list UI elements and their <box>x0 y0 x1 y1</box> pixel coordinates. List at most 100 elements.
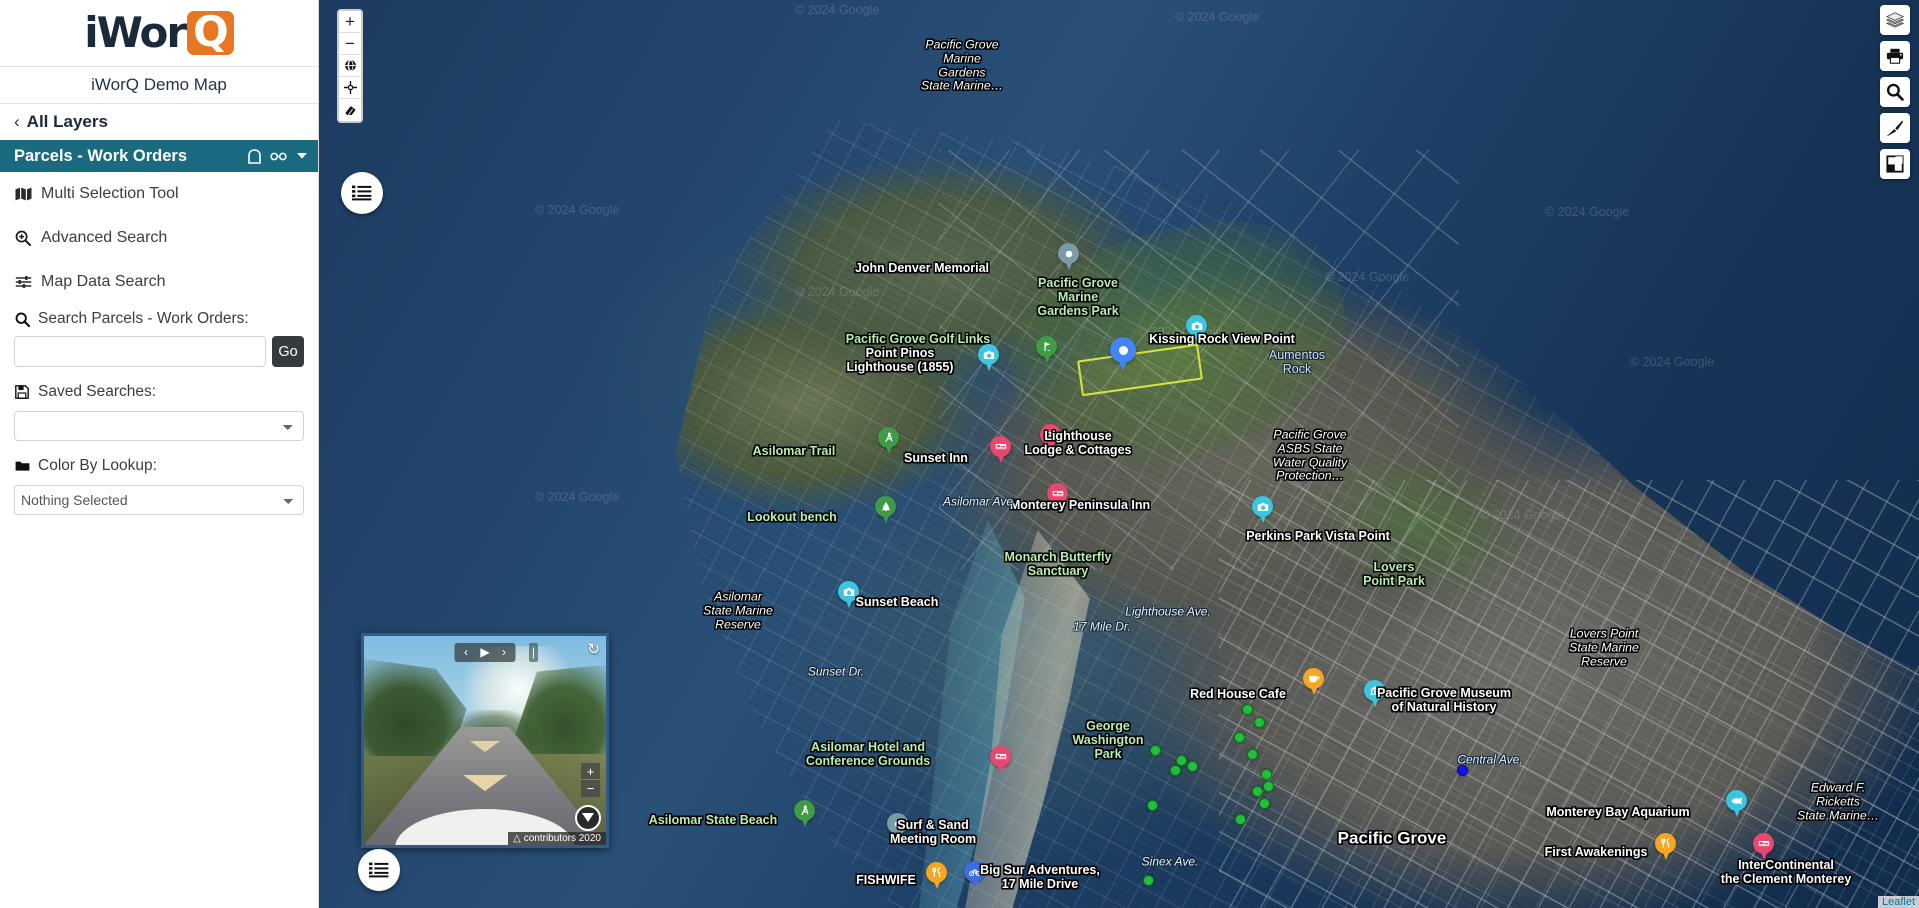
map-marker-asilomar-state-beach[interactable] <box>794 800 815 828</box>
saved-searches-select[interactable] <box>14 411 304 441</box>
street-view-end-button[interactable]: ❘ <box>529 643 538 662</box>
map-label-monarch-butterfly-sanctuary: Monarch Butterfly Sanctuary <box>1005 550 1112 578</box>
map-bottom-list-button[interactable] <box>358 849 400 891</box>
go-button[interactable]: Go <box>272 336 304 367</box>
work-order-point[interactable] <box>1259 798 1270 809</box>
map-label-asilomar-state-beach: Asilomar State Beach <box>649 813 778 827</box>
crosshair-icon[interactable] <box>339 77 361 99</box>
work-order-point[interactable] <box>1247 749 1258 760</box>
logo-q-badge: Q <box>187 11 234 55</box>
work-order-point[interactable] <box>1242 704 1253 715</box>
work-order-point[interactable] <box>1187 761 1198 772</box>
work-order-point[interactable] <box>1170 765 1181 776</box>
camera-icon <box>1252 496 1273 524</box>
work-order-point[interactable] <box>1147 800 1158 811</box>
work-order-point[interactable] <box>1150 745 1161 756</box>
map-label-text: Surf & Sand Meeting Room <box>889 818 977 846</box>
all-layers-label: All Layers <box>26 112 108 131</box>
sidebar-item-map-data-search[interactable]: Map Data Search <box>0 260 318 304</box>
sidebar-item-advanced-search[interactable]: Advanced Search <box>0 216 318 260</box>
work-order-point[interactable] <box>1235 814 1246 825</box>
cup-icon <box>1303 668 1324 696</box>
iworq-logo: iWor Q <box>0 0 318 66</box>
bed-icon <box>990 436 1011 464</box>
map-label-text: Sinex Ave. <box>1141 854 1199 869</box>
map-label-text: George Washington Park <box>1072 719 1144 761</box>
map-canvas[interactable]: © 2024 Google© 2024 Google© 2024 Google©… <box>319 0 1919 908</box>
map-label-john-denver-memorial: John Denver Memorial <box>855 261 989 275</box>
map-marker-john-denver-memorial[interactable] <box>1058 243 1079 271</box>
map-marker-first-awakenings[interactable] <box>1655 833 1676 861</box>
selected-parcel-pin[interactable] <box>1110 337 1136 372</box>
work-order-point[interactable] <box>1252 786 1263 797</box>
color-by-lookup-select[interactable]: Nothing Selected <box>14 485 304 515</box>
map-search-button[interactable] <box>1880 77 1910 107</box>
leaflet-attribution[interactable]: Leaflet <box>1877 896 1919 908</box>
zoom-in-button[interactable]: + <box>339 11 361 33</box>
layers-button[interactable] <box>1880 5 1910 35</box>
search-input[interactable] <box>14 336 266 367</box>
map-marker-red-house-cafe[interactable] <box>1303 668 1324 696</box>
map-marker-golf-marker[interactable] <box>1036 336 1057 364</box>
work-order-point[interactable] <box>1261 769 1272 780</box>
street-view-play-button[interactable]: ▶ <box>476 643 495 662</box>
street-view-playback-controls: ‹ ▶ › <box>454 643 516 662</box>
map-marker-monterey-bay-aquarium[interactable] <box>1726 790 1747 818</box>
measure-icon <box>1886 155 1904 173</box>
map-label-pacific-grove-marine-gardens-park: Pacific Grove Marine Gardens Park <box>1037 276 1118 318</box>
all-layers-back-button[interactable]: ‹ All Layers <box>0 104 318 140</box>
work-order-point[interactable] <box>1457 765 1468 776</box>
map-legend-list-button[interactable] <box>341 172 383 214</box>
map-marker-lookout-bench[interactable] <box>875 496 896 524</box>
search-icon <box>1886 83 1904 101</box>
work-order-point[interactable] <box>1176 755 1187 766</box>
map-label-kissing-rock-view-point: Kissing Rock View Point <box>1149 332 1295 346</box>
map-label-text: Pacific Grove Marine Gardens State Marine… <box>920 37 1004 93</box>
map-label-text: Lighthouse Ave. <box>1125 604 1211 619</box>
chevron-down-icon[interactable] <box>296 152 308 160</box>
print-button[interactable] <box>1880 41 1910 71</box>
layers-icon <box>1886 12 1904 28</box>
globe-icon[interactable] <box>339 55 361 77</box>
map-label-pacific-grove-golf-links: Pacific Grove Golf Links <box>846 332 991 346</box>
street-view-panel[interactable]: ‹ ▶ › ❘ ↻ + − △ contributors 2020 <box>361 633 609 848</box>
map-label-fishwife: FISHWIFE <box>856 873 916 887</box>
map-label-text: FISHWIFE <box>856 873 916 887</box>
street-view-far-chevron[interactable] <box>470 741 500 752</box>
street-view-attribution[interactable]: △ contributors 2020 <box>508 832 606 845</box>
street-view-rotate-icon[interactable]: ↻ <box>587 640 600 658</box>
link-icon[interactable] <box>270 150 287 163</box>
map-label-red-house-cafe: Red House Cafe <box>1190 687 1286 701</box>
map-label-text: Pacific Grove Museum of Natural History <box>1376 686 1512 714</box>
map-marker-asilomar-trail[interactable] <box>878 427 899 455</box>
map-label-point-pinos-lighthouse: Point Pinos Lighthouse (1855) <box>847 346 954 374</box>
zoom-out-button[interactable]: − <box>339 33 361 55</box>
sidebar-item-multi-selection-tool[interactable]: Multi Selection Tool <box>0 172 318 216</box>
map-marker-asilomar-hotel[interactable] <box>990 746 1011 774</box>
map-marker-fishwife[interactable] <box>926 862 947 890</box>
map-marker-sunset-inn[interactable] <box>990 436 1011 464</box>
street-view-compass[interactable] <box>575 805 601 831</box>
shape-icon[interactable] <box>248 148 261 164</box>
street-view-prev-button[interactable]: ‹ <box>457 643 476 662</box>
map-label-text: Asilomar State Marine Reserve <box>703 589 773 631</box>
street-view-next-button[interactable]: › <box>495 643 514 662</box>
map-label-text: Lovers Point State Marine Reserve <box>1569 626 1639 668</box>
work-order-point[interactable] <box>1263 781 1274 792</box>
layer-header-parcels-work-orders[interactable]: Parcels - Work Orders <box>0 140 318 172</box>
street-view-zoom-out-button[interactable]: − <box>581 780 600 797</box>
eraser-icon[interactable] <box>339 99 361 121</box>
street-view-zoom-in-button[interactable]: + <box>581 763 600 780</box>
street-view-near-chevron[interactable] <box>463 775 507 791</box>
map-marker-perkins-park-vista-point[interactable] <box>1252 496 1273 524</box>
map-marker-point-pinos-lighthouse[interactable] <box>978 344 999 372</box>
map-label-aumentos-rock: Aumentos Rock <box>1269 348 1325 376</box>
map-marker-intercontinental[interactable] <box>1753 833 1774 861</box>
work-order-point[interactable] <box>1143 875 1154 886</box>
work-order-point[interactable] <box>1254 717 1265 728</box>
work-order-point[interactable] <box>1234 732 1245 743</box>
map-label-asilomar-hotel: Asilomar Hotel and Conference Grounds <box>806 740 930 768</box>
map-label-sunset-dr: Sunset Dr. <box>808 664 864 678</box>
paintbrush-button[interactable] <box>1880 113 1910 143</box>
measure-area-button[interactable] <box>1880 149 1910 179</box>
